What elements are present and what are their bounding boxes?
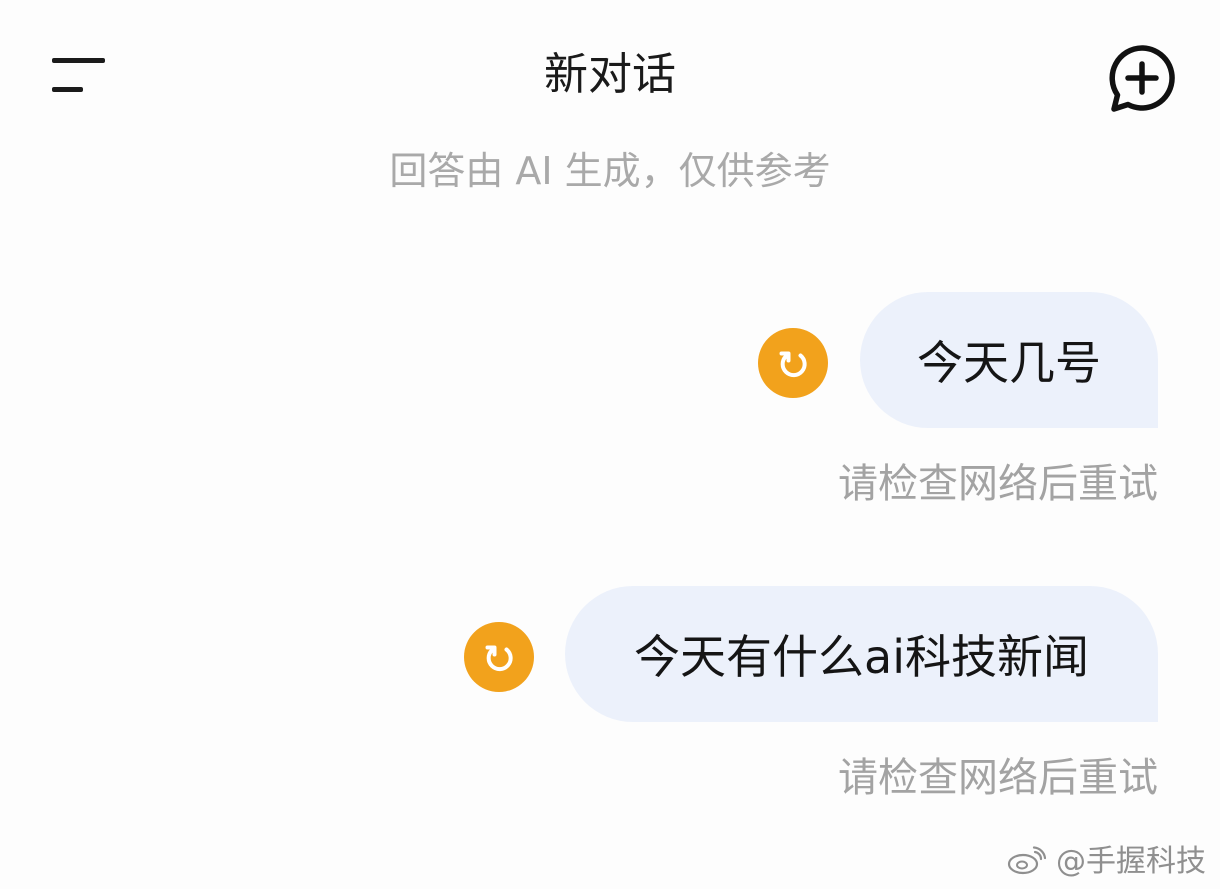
new-chat-icon bbox=[1109, 45, 1175, 112]
message-text: 今天几号 bbox=[917, 336, 1101, 390]
ai-disclaimer: 回答由 AI 生成，仅供参考 bbox=[389, 149, 831, 193]
refresh-icon bbox=[779, 351, 807, 378]
retry-icon[interactable] bbox=[464, 622, 534, 692]
message-text: 今天有什么ai科技新闻 bbox=[634, 630, 1089, 684]
page-title: 新对话 bbox=[544, 49, 676, 100]
weibo-icon bbox=[1006, 844, 1056, 879]
retry-icon[interactable] bbox=[758, 328, 828, 398]
user-message-bubble[interactable]: 今天有什么ai科技新闻 bbox=[565, 586, 1158, 722]
watermark: @手握科技 bbox=[1006, 844, 1206, 880]
user-message-bubble[interactable]: 今天几号 bbox=[860, 292, 1158, 428]
network-error-text: 请检查网络后重试 bbox=[838, 461, 1158, 507]
network-error-text: 请检查网络后重试 bbox=[838, 755, 1158, 801]
new-chat-button[interactable] bbox=[1104, 40, 1180, 116]
refresh-icon bbox=[485, 645, 513, 672]
watermark-text: @手握科技 bbox=[1056, 844, 1206, 879]
